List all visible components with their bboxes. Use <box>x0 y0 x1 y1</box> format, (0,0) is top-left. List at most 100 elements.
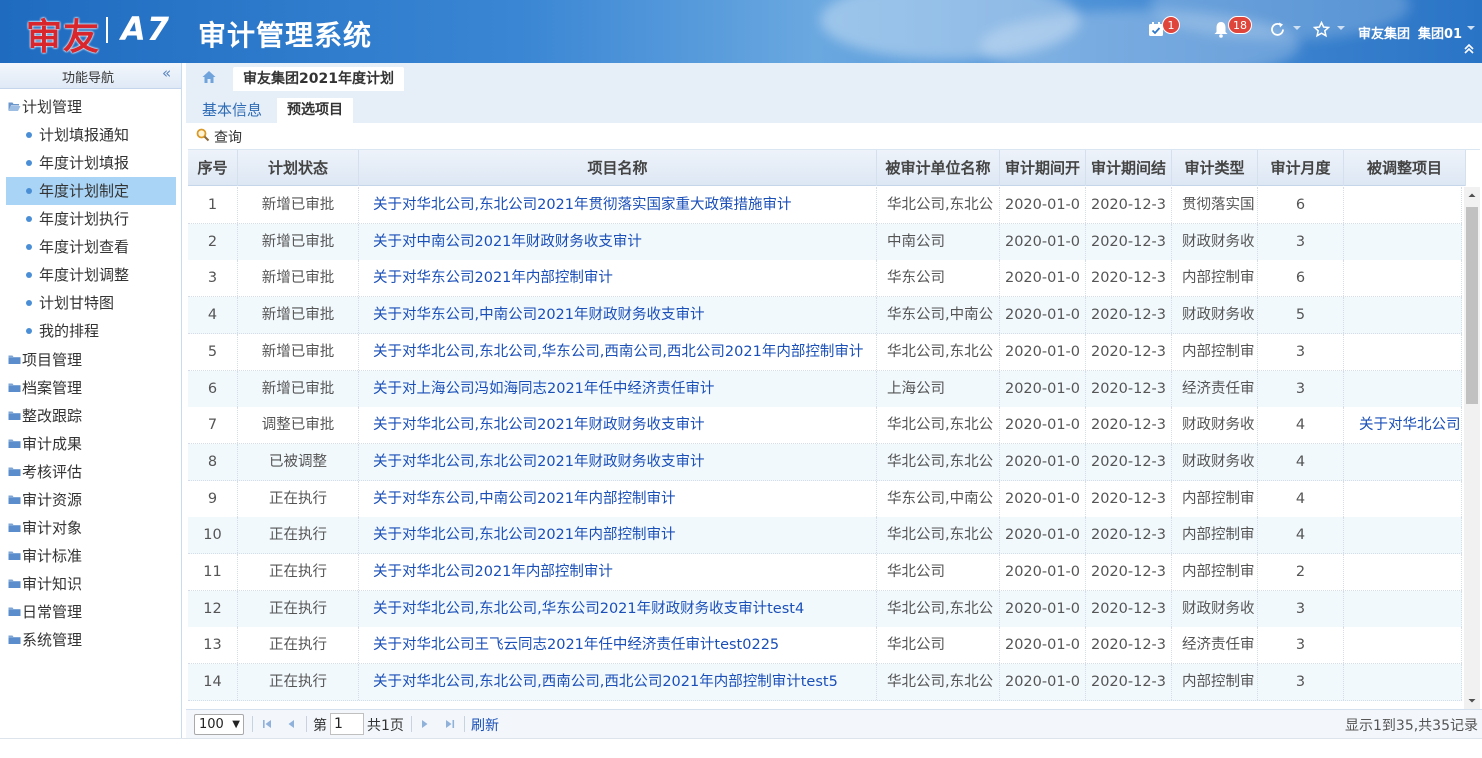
cell-adjusted-project[interactable] <box>1344 333 1462 370</box>
cell-adjusted-project[interactable] <box>1344 370 1462 407</box>
scroll-down-icon[interactable] <box>1464 693 1480 709</box>
vertical-scrollbar[interactable] <box>1464 187 1480 709</box>
cell-project-name[interactable]: 关于对华北公司,东北公司2021年财政财务收支审计 <box>359 407 877 444</box>
first-page-icon[interactable] <box>260 717 274 731</box>
folder-icon <box>8 348 22 376</box>
sidebar-group-rectify[interactable]: 整改跟踪 <box>8 402 82 430</box>
table-row[interactable]: 2 新增已审批 关于对中南公司2021年财政财务收支审计 中南公司 2020-01-0 2… <box>188 223 1462 261</box>
scroll-up-icon[interactable] <box>1464 187 1480 203</box>
sidebar-item-annual-exec[interactable]: 年度计划执行 <box>6 205 176 233</box>
sidebar-item-annual-view[interactable]: 年度计划查看 <box>6 233 176 261</box>
cell-adjusted-project[interactable] <box>1344 443 1462 480</box>
sidebar-item-gantt[interactable]: 计划甘特图 <box>6 289 176 317</box>
cell-project-name[interactable]: 关于对华东公司2021年内部控制审计 <box>359 260 877 297</box>
home-icon[interactable] <box>201 69 217 85</box>
column-header-audit-month[interactable]: 审计月度 <box>1258 150 1344 186</box>
user-org[interactable]: 审友集团 <box>1358 23 1410 42</box>
user-dropdown-caret[interactable] <box>1467 26 1475 30</box>
cell-adjusted-project[interactable] <box>1344 260 1462 297</box>
sidebar-item-annual-adjust[interactable]: 年度计划调整 <box>6 261 176 289</box>
column-header-period-start[interactable]: 审计期间开 <box>1000 150 1086 186</box>
table-row[interactable]: 5 新增已审批 关于对华北公司,东北公司,华东公司,西南公司,西北公司2021年内部… <box>188 333 1462 371</box>
column-header-unit[interactable]: 被审计单位名称 <box>877 150 1000 186</box>
table-row[interactable]: 8 已被调整 关于对华北公司,东北公司2021年财政财务收支审计 华北公司,东北公 20… <box>188 443 1462 481</box>
sidebar-group-system[interactable]: 系统管理 <box>8 626 82 654</box>
sidebar-item-my-schedule[interactable]: 我的排程 <box>6 317 176 345</box>
cell-project-name[interactable]: 关于对华北公司,东北公司,华东公司,西南公司,西北公司2021年内部控制审计 <box>359 333 877 370</box>
table-row[interactable]: 9 正在执行 关于对华东公司,中南公司2021年内部控制审计 华东公司,中南公 2020… <box>188 480 1462 518</box>
column-header-adjusted-project[interactable]: 被调整项目 <box>1344 150 1466 186</box>
sync-icon[interactable] <box>1269 21 1286 43</box>
sidebar-group-plan[interactable]: 计划管理 <box>8 93 82 121</box>
column-header-period-end[interactable]: 审计期间结 <box>1086 150 1172 186</box>
cell-adjusted-project[interactable] <box>1344 223 1462 260</box>
bullet-icon <box>26 299 32 306</box>
cell-adjusted-project[interactable]: 关于对华北公司 <box>1344 407 1462 444</box>
table-row[interactable]: 4 新增已审批 关于对华东公司,中南公司2021年财政财务收支审计 华东公司,中南公 2… <box>188 297 1462 335</box>
refresh-button[interactable]: 刷新 <box>471 715 499 735</box>
cell-project-name[interactable]: 关于对华北公司,东北公司,华东公司2021年财政财务收支审计test4 <box>359 590 877 627</box>
collapse-sidebar-icon[interactable]: « <box>162 64 171 82</box>
cell-project-name[interactable]: 关于对华东公司,中南公司2021年内部控制审计 <box>359 480 877 517</box>
cell-project-name[interactable]: 关于对上海公司冯如海同志2021年任中经济责任审计 <box>359 370 877 407</box>
bell-icon[interactable] <box>1213 21 1229 43</box>
sidebar-group-knowledge[interactable]: 审计知识 <box>8 570 82 598</box>
sidebar-group-standards[interactable]: 审计标准 <box>8 542 82 570</box>
sidebar-group-project[interactable]: 项目管理 <box>8 346 82 374</box>
star-icon[interactable] <box>1312 20 1331 43</box>
table-row[interactable]: 12 正在执行 关于对华北公司,东北公司,华东公司2021年财政财务收支审计test… <box>188 590 1462 628</box>
sidebar-group-results[interactable]: 审计成果 <box>8 430 82 458</box>
cell-project-name[interactable]: 关于对华北公司王飞云同志2021年任中经济责任审计test0225 <box>359 627 877 664</box>
table-row[interactable]: 13 正在执行 关于对华北公司王飞云同志2021年任中经济责任审计test0225 华… <box>188 627 1462 665</box>
breadcrumb-tab[interactable]: 审友集团2021年度计划 <box>233 67 404 91</box>
table-row[interactable]: 1 新增已审批 关于对华北公司,东北公司2021年贯彻落实国家重大政策措施审计 华北公… <box>188 187 1462 224</box>
sidebar-group-daily[interactable]: 日常管理 <box>8 598 82 626</box>
cell-adjusted-project[interactable] <box>1344 554 1462 590</box>
column-header-status[interactable]: 计划状态 <box>238 150 359 186</box>
cell-project-name[interactable]: 关于对华北公司,东北公司2021年内部控制审计 <box>359 517 877 554</box>
cell-project-name[interactable]: 关于对华北公司2021年内部控制审计 <box>359 554 877 590</box>
cell-adjusted-project[interactable] <box>1344 480 1462 517</box>
cell-project-name[interactable]: 关于对华北公司,东北公司2021年贯彻落实国家重大政策措施审计 <box>359 187 877 223</box>
table-row[interactable]: 14 正在执行 关于对华北公司,东北公司,西南公司,西北公司2021年内部控制审计t… <box>188 664 1462 702</box>
cell-project-name[interactable]: 关于对中南公司2021年财政财务收支审计 <box>359 223 877 260</box>
page-number-input[interactable]: 1 <box>330 713 364 735</box>
last-page-icon[interactable] <box>443 717 457 731</box>
cell-adjusted-project[interactable] <box>1344 297 1462 334</box>
cell-adjusted-project[interactable] <box>1344 187 1462 223</box>
collapse-header-icon[interactable] <box>1463 40 1475 59</box>
table-row[interactable]: 7 调整已审批 关于对华北公司,东北公司2021年财政财务收支审计 华北公司,东北公 2… <box>188 407 1462 445</box>
cell-adjusted-project[interactable] <box>1344 664 1462 701</box>
star-dropdown-caret[interactable] <box>1337 26 1345 30</box>
sidebar-group-resources[interactable]: 审计资源 <box>8 486 82 514</box>
tab-preselect-projects[interactable]: 预选项目 <box>277 98 353 123</box>
sidebar-group-objects[interactable]: 审计对象 <box>8 514 82 542</box>
sidebar-item-plan-notice[interactable]: 计划填报通知 <box>6 121 176 149</box>
next-page-icon[interactable] <box>418 717 432 731</box>
sidebar-item-annual-fill[interactable]: 年度计划填报 <box>6 149 176 177</box>
column-header-project-name[interactable]: 项目名称 <box>359 150 877 186</box>
cell-adjusted-project[interactable] <box>1344 517 1462 554</box>
table-row[interactable]: 6 新增已审批 关于对上海公司冯如海同志2021年任中经济责任审计 上海公司 2020-… <box>188 370 1462 408</box>
sidebar-group-assessment[interactable]: 考核评估 <box>8 458 82 486</box>
scrollbar-thumb[interactable] <box>1466 207 1478 404</box>
sync-dropdown-caret[interactable] <box>1293 26 1301 30</box>
tab-basic-info[interactable]: 基本信息 <box>192 98 272 123</box>
column-header-audit-type[interactable]: 审计类型 <box>1172 150 1258 186</box>
prev-page-icon[interactable] <box>284 717 298 731</box>
cell-project-name[interactable]: 关于对华北公司,东北公司2021年财政财务收支审计 <box>359 443 877 480</box>
search-icon[interactable] <box>196 128 210 142</box>
cell-project-name[interactable]: 关于对华北公司,东北公司,西南公司,西北公司2021年内部控制审计test5 <box>359 664 877 701</box>
user-name[interactable]: 集团01 <box>1418 23 1462 42</box>
table-row[interactable]: 10 正在执行 关于对华北公司,东北公司2021年内部控制审计 华北公司,东北公 202… <box>188 517 1462 555</box>
table-row[interactable]: 3 新增已审批 关于对华东公司2021年内部控制审计 华东公司 2020-01-0 202… <box>188 260 1462 298</box>
page-size-select[interactable]: 100 ▼ <box>194 714 244 735</box>
table-row[interactable]: 11 正在执行 关于对华北公司2021年内部控制审计 华北公司 2020-01-0 202… <box>188 554 1462 591</box>
cell-adjusted-project[interactable] <box>1344 627 1462 664</box>
sidebar-item-annual-make[interactable]: 年度计划制定 <box>6 177 176 205</box>
sidebar-group-archive[interactable]: 档案管理 <box>8 374 82 402</box>
cell-adjusted-project[interactable] <box>1344 590 1462 627</box>
query-button[interactable]: 查询 <box>214 127 242 147</box>
cell-project-name[interactable]: 关于对华东公司,中南公司2021年财政财务收支审计 <box>359 297 877 334</box>
column-header-no[interactable]: 序号 <box>188 150 238 186</box>
